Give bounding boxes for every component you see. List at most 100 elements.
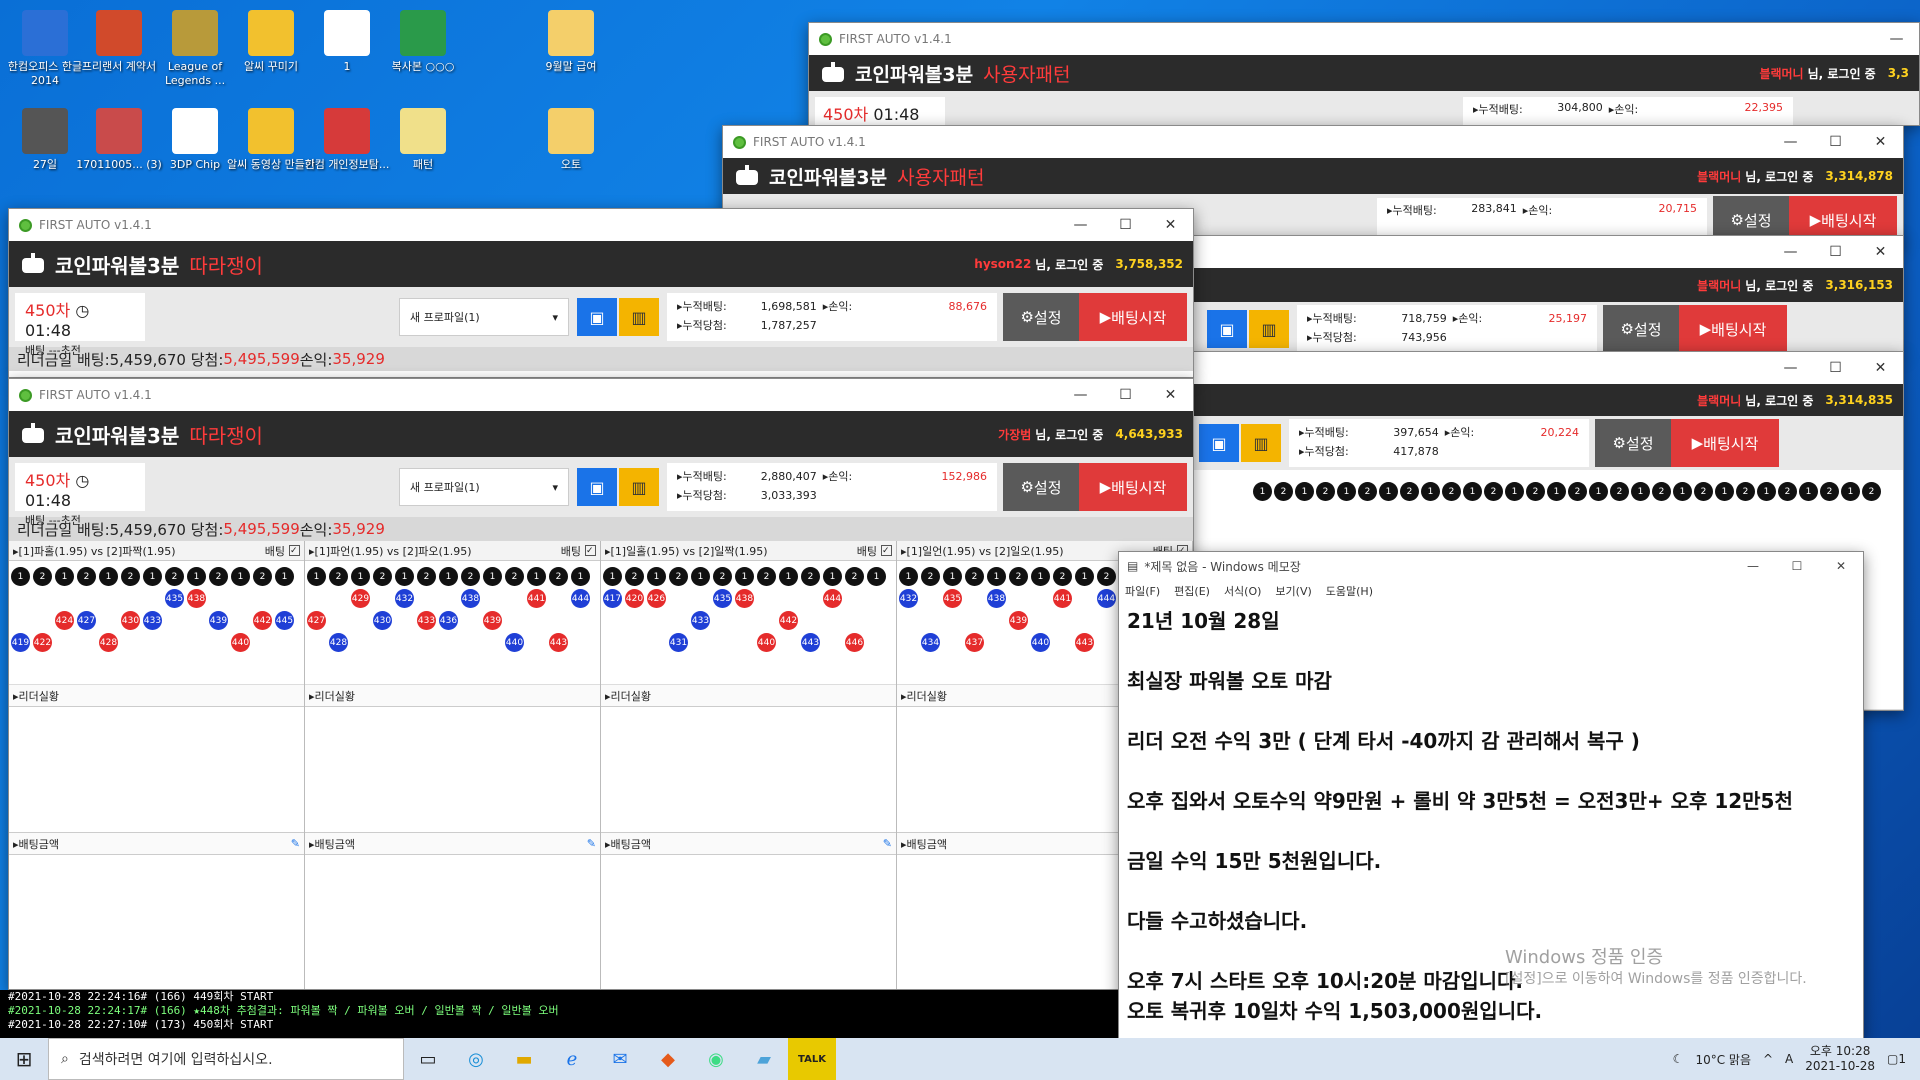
result-ball: 433 xyxy=(143,611,162,630)
settings-button[interactable]: ⚙ 설정 xyxy=(1003,293,1079,341)
notepad-menu-item[interactable]: 보기(V) xyxy=(1275,583,1311,599)
notepad-menu-item[interactable]: 파일(F) xyxy=(1125,583,1160,599)
bet-amount-body xyxy=(305,855,600,985)
notification-icon[interactable]: ▢1 xyxy=(1887,1052,1906,1066)
app-orange-icon[interactable]: ◆ xyxy=(644,1038,692,1080)
profile-select[interactable]: 새 프로파일(1) ▾ xyxy=(399,298,569,336)
close-button[interactable]: ✕ xyxy=(1148,387,1193,403)
app-window-user-1[interactable]: FIRST AUTO v1.4.1 — 코인파워볼3분 사용자패턴 블랙머니 님, … xyxy=(808,22,1920,126)
bet-checkbox[interactable]: ✓ xyxy=(289,545,300,556)
bet-amount-body xyxy=(9,855,304,985)
start-betting-button[interactable]: ▶ 배팅시작 xyxy=(1079,293,1187,341)
result-ball: 439 xyxy=(1009,611,1028,630)
edit-icon[interactable]: ✎ xyxy=(291,837,300,850)
minimize-button[interactable]: — xyxy=(1058,217,1103,233)
desktop-icon[interactable]: 오토 xyxy=(526,108,616,172)
ball-header: 2 xyxy=(965,567,984,586)
app-window-follow-2[interactable]: FIRST AUTO v1.4.1 — ☐ ✕ 코인파워볼3분 따라쟁이 가장범 님, … xyxy=(8,378,1194,990)
leader-status-body xyxy=(9,707,304,833)
minimize-button[interactable]: — xyxy=(1731,559,1775,573)
notes-app-icon[interactable]: ▰ xyxy=(740,1038,788,1080)
android-icon[interactable]: ◉ xyxy=(692,1038,740,1080)
profile-select[interactable]: 새 프로파일(1) ▾ xyxy=(399,468,569,506)
settings-button[interactable]: ⚙ 설정 xyxy=(1603,305,1679,353)
save-profile-button[interactable]: ▣ xyxy=(1199,424,1239,462)
maximize-button[interactable]: ☐ xyxy=(1103,217,1148,233)
task-view-icon[interactable]: ▭ xyxy=(404,1038,452,1080)
panel-bet-label: 배팅 xyxy=(856,544,877,558)
ball-header: 1 xyxy=(1463,482,1482,501)
close-button[interactable]: ✕ xyxy=(1858,244,1903,260)
save-profile-button[interactable]: ▣ xyxy=(1207,310,1247,348)
close-button[interactable]: ✕ xyxy=(1858,360,1903,376)
settings-button[interactable]: ⚙ 설정 xyxy=(1595,419,1671,467)
minimize-button[interactable]: — xyxy=(1768,244,1813,260)
minimize-button[interactable]: — xyxy=(1768,134,1813,150)
clock-date: 2021-10-28 xyxy=(1805,1059,1876,1073)
bet-amount-body xyxy=(601,855,896,985)
delete-profile-button[interactable]: ▥ xyxy=(1249,310,1289,348)
result-ball: 438 xyxy=(461,589,480,608)
start-betting-button[interactable]: ▶ 배팅시작 xyxy=(1679,305,1787,353)
save-profile-button[interactable]: ▣ xyxy=(577,298,617,336)
clock[interactable]: 오후 10:28 2021-10-28 xyxy=(1805,1044,1875,1074)
ball-header: 1 xyxy=(691,567,710,586)
save-profile-button[interactable]: ▣ xyxy=(577,468,617,506)
settings-label: 설정 xyxy=(1743,211,1772,230)
edit-icon[interactable]: ✎ xyxy=(883,837,892,850)
notepad-menu-item[interactable]: 서식(O) xyxy=(1224,583,1261,599)
user-name: 블랙머니 xyxy=(1759,66,1804,81)
delete-profile-button[interactable]: ▥ xyxy=(619,298,659,336)
app-window-user-3[interactable]: — ☐ ✕ 블랙머니 님, 로그인 중 3,316,153 ▣ ▥ ▸누적배팅: 718,… xyxy=(1192,235,1904,355)
ball-header: 1 xyxy=(99,567,118,586)
notepad-line: 금일 수익 15만 5천원입니다. xyxy=(1127,849,1382,873)
start-betting-button[interactable]: ▶ 배팅시작 xyxy=(1079,463,1187,511)
result-ball: 435 xyxy=(943,589,962,608)
ball-header: 2 xyxy=(757,567,776,586)
maximize-button[interactable]: ☐ xyxy=(1775,559,1819,573)
bet-checkbox[interactable]: ✓ xyxy=(585,545,596,556)
close-button[interactable]: ✕ xyxy=(1858,134,1903,150)
windows-start-icon[interactable]: ⊞ xyxy=(0,1038,48,1080)
maximize-button[interactable]: ☐ xyxy=(1813,134,1858,150)
edit-icon[interactable]: ✎ xyxy=(587,837,596,850)
notepad-menu-item[interactable]: 도움말(H) xyxy=(1326,583,1373,599)
edge-icon[interactable]: ◎ xyxy=(452,1038,500,1080)
ball-header: 1 xyxy=(647,567,666,586)
ball-header: 1 xyxy=(735,567,754,586)
window-title: FIRST AUTO v1.4.1 xyxy=(839,32,952,46)
notepad-text[interactable]: 21년 10월 28일 최실장 파워볼 오토 마감 리더 오전 수익 3만 ( … xyxy=(1119,602,1863,1030)
desktop-icon[interactable]: 복사본 ○○○ xyxy=(378,10,468,74)
ie-icon[interactable]: ℯ xyxy=(548,1038,596,1080)
file-explorer-icon[interactable]: ▬ xyxy=(500,1038,548,1080)
bet-amount-header: ▸배팅금액 ✎ xyxy=(305,833,600,855)
tray-arrow-icon[interactable]: ^ xyxy=(1763,1052,1773,1066)
maximize-button[interactable]: ☐ xyxy=(1813,360,1858,376)
close-button[interactable]: ✕ xyxy=(1148,217,1193,233)
mail-icon[interactable]: ✉ xyxy=(596,1038,644,1080)
maximize-button[interactable]: ☐ xyxy=(1813,244,1858,260)
minimize-button[interactable]: — xyxy=(1874,31,1919,47)
desktop-icon[interactable]: 9월말 급여 xyxy=(526,10,616,74)
leader-summary-win: 5,495,599 xyxy=(223,520,300,538)
start-betting-button[interactable]: ▶ 배팅시작 xyxy=(1671,419,1779,467)
kakaotalk-icon[interactable]: TALK xyxy=(788,1038,836,1080)
notepad-menu-item[interactable]: 편집(E) xyxy=(1174,583,1210,599)
ime-indicator[interactable]: A xyxy=(1785,1052,1793,1066)
ball-header: 1 xyxy=(1841,482,1860,501)
settings-button[interactable]: ⚙ 설정 xyxy=(1003,463,1079,511)
panel-title: ▸[1]일홀(1.95) vs [2]일짝(1.95) xyxy=(605,544,768,558)
desktop-icon[interactable]: 패턴 xyxy=(378,108,468,172)
app-window-follow-1[interactable]: FIRST AUTO v1.4.1 — ☐ ✕ 코인파워볼3분 따라쟁이 hyson2… xyxy=(8,208,1194,378)
taskbar-search[interactable]: ⌕ 검색하려면 여기에 입력하십시오. xyxy=(48,1038,404,1080)
round-box: 450차 ◷ 01:48 배팅 ---초전 xyxy=(15,463,145,527)
cum-bet-label: ▸누적배팅: xyxy=(677,300,727,313)
minimize-button[interactable]: — xyxy=(1768,360,1813,376)
bet-checkbox[interactable]: ✓ xyxy=(881,545,892,556)
maximize-button[interactable]: ☐ xyxy=(1103,387,1148,403)
minimize-button[interactable]: — xyxy=(1058,387,1103,403)
notes-icon xyxy=(400,108,446,154)
delete-profile-button[interactable]: ▥ xyxy=(1241,424,1281,462)
delete-profile-button[interactable]: ▥ xyxy=(619,468,659,506)
close-button[interactable]: ✕ xyxy=(1819,559,1863,573)
